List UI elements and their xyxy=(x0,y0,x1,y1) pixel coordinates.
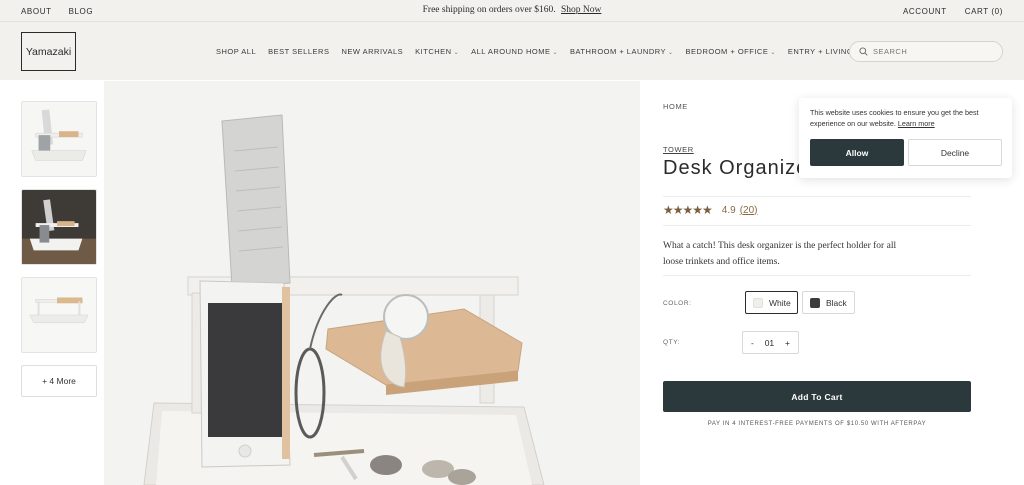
nav-label: SHOP ALL xyxy=(216,47,257,56)
color-name: White xyxy=(769,297,791,308)
shop-now-link[interactable]: Shop Now xyxy=(561,5,601,15)
site-header: Yamazaki SHOP ALL BEST SELLERS NEW ARRIV… xyxy=(0,21,1024,80)
color-name: Black xyxy=(826,297,847,308)
divider xyxy=(663,196,971,197)
product-description: What a catch! This desk organizer is the… xyxy=(663,241,897,267)
divider xyxy=(663,225,971,226)
qty-value[interactable]: 01 xyxy=(765,338,774,348)
color-label: COLOR: xyxy=(663,300,692,307)
cookie-banner: This website uses cookies to ensure you … xyxy=(799,98,1012,178)
cookie-text: This website uses cookies to ensure you … xyxy=(810,108,979,128)
thumbnail-2[interactable] xyxy=(21,189,97,265)
chevron-down-icon: ⌄ xyxy=(453,50,460,56)
announcement-text: Free shipping on orders over $160. xyxy=(422,5,556,15)
announcement-bar: ABOUT BLOG Free shipping on orders over … xyxy=(0,0,1024,21)
chevron-down-icon: ⌄ xyxy=(552,50,558,56)
nav-kitchen[interactable]: KITCHEN ⌄ xyxy=(415,47,459,56)
swatch-white xyxy=(753,297,763,308)
learn-more-link[interactable]: Learn more xyxy=(898,119,935,128)
qty-plus-button[interactable]: + xyxy=(785,338,790,348)
allow-cookies-button[interactable]: Allow xyxy=(810,139,904,166)
nav-label: BEST SELLERS xyxy=(268,47,330,56)
account-link[interactable]: ACCOUNT xyxy=(903,7,947,16)
main-nav: SHOP ALL BEST SELLERS NEW ARRIVALS KITCH… xyxy=(216,47,861,56)
chevron-down-icon: ⌄ xyxy=(770,50,776,56)
nav-bedroom-office[interactable]: BEDROOM + OFFICE ⌄ xyxy=(686,47,776,56)
nav-label: KITCHEN xyxy=(415,47,452,56)
cookie-message: This website uses cookies to ensure you … xyxy=(810,108,1002,129)
logo[interactable]: Yamazaki xyxy=(21,32,76,71)
nav-all-around-home[interactable]: ALL AROUND HOME ⌄ xyxy=(471,47,558,56)
nav-bathroom-laundry[interactable]: BATHROOM + LAUNDRY ⌄ xyxy=(570,47,674,56)
main-product-image[interactable] xyxy=(104,81,640,485)
search-bar[interactable] xyxy=(849,41,1003,62)
add-to-cart-button[interactable]: Add To Cart xyxy=(663,381,971,412)
thumbnail-image xyxy=(22,190,96,264)
search-input[interactable] xyxy=(873,47,993,56)
thumbnail-image xyxy=(22,278,96,352)
cart-link[interactable]: CART (0) xyxy=(965,7,1003,16)
color-option-black[interactable]: Black xyxy=(802,291,855,314)
search-icon xyxy=(859,43,868,61)
review-count[interactable]: (20) xyxy=(740,205,758,216)
divider xyxy=(663,275,971,276)
swatch-black xyxy=(810,297,820,308)
thumbnail-1[interactable] xyxy=(21,101,97,177)
quantity-stepper: - 01 + xyxy=(742,331,799,354)
product-rating[interactable]: ★★★★★ 4.9 (20) xyxy=(663,203,758,217)
thumbnail-image xyxy=(22,102,96,176)
product-title: Desk Organizer xyxy=(663,157,816,179)
chevron-down-icon: ⌄ xyxy=(668,50,674,56)
star-rating-icon: ★★★★★ xyxy=(663,203,713,217)
nav-label: NEW ARRIVALS xyxy=(341,47,404,56)
more-images-button[interactable]: + 4 More xyxy=(21,365,97,397)
thumbnail-gallery: + 4 More xyxy=(21,101,97,397)
breadcrumb[interactable]: HOME xyxy=(663,102,688,111)
nav-label: BATHROOM + LAUNDRY xyxy=(569,47,667,56)
afterpay-message: PAY IN 4 INTEREST-FREE PAYMENTS OF $10.5… xyxy=(707,421,927,427)
desk-organizer-illustration xyxy=(104,81,640,485)
nav-best-sellers[interactable]: BEST SELLERS xyxy=(268,47,329,56)
qty-minus-button[interactable]: - xyxy=(751,338,754,348)
nav-label: ENTRY + LIVING xyxy=(787,47,854,56)
nav-new-arrivals[interactable]: NEW ARRIVALS xyxy=(341,47,403,56)
nav-label: ALL AROUND HOME xyxy=(471,47,551,56)
qty-label: QTY: xyxy=(663,339,681,346)
color-option-white[interactable]: White xyxy=(745,291,798,314)
nav-label: BEDROOM + OFFICE xyxy=(685,47,769,56)
decline-cookies-button[interactable]: Decline xyxy=(908,139,1002,166)
nav-shop-all[interactable]: SHOP ALL xyxy=(216,47,256,56)
vendor-link[interactable]: TOWER xyxy=(663,145,694,154)
top-right-links: ACCOUNT CART (0) xyxy=(903,7,1003,16)
thumbnail-3[interactable] xyxy=(21,277,97,353)
shipping-announcement: Free shipping on orders over $160. Shop … xyxy=(0,5,1024,15)
rating-value: 4.9 xyxy=(721,204,736,216)
